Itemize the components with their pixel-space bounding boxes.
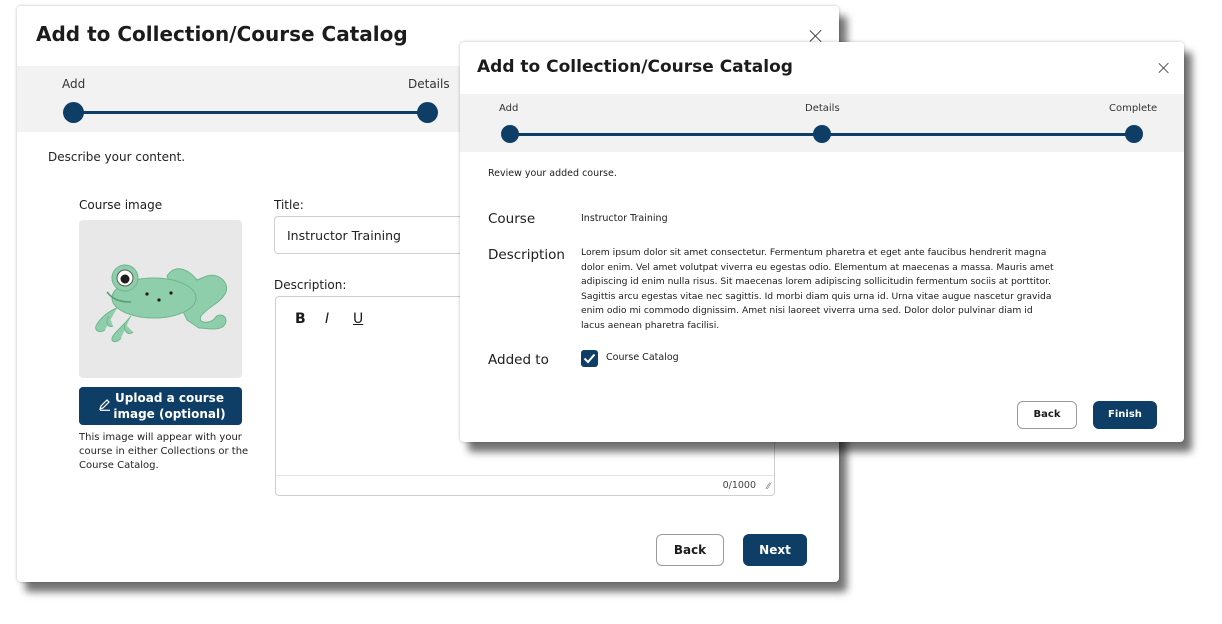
back-button[interactable]: Back — [1017, 401, 1077, 429]
step-label-details: Details — [805, 103, 840, 114]
step-label-add: Add — [62, 77, 86, 91]
finish-button[interactable]: Finish — [1093, 401, 1157, 429]
resize-handle-icon[interactable]: ⁄⁄ — [767, 482, 770, 492]
course-image-preview[interactable] — [79, 220, 242, 378]
next-button[interactable]: Next — [743, 534, 807, 566]
description-line: enim odio mi commodo dignissim. Amet nis… — [581, 305, 1033, 317]
checkmark-icon — [583, 353, 596, 364]
added-to-value: Course Catalog — [606, 352, 679, 363]
char-counter: 0/1000 — [722, 480, 756, 491]
close-icon[interactable] — [1158, 62, 1170, 74]
upload-button-line2: image (optional) — [113, 407, 226, 421]
step-dot-add[interactable] — [501, 125, 519, 143]
back-button[interactable]: Back — [656, 534, 724, 566]
pencil-icon — [99, 399, 110, 411]
review-modal: Add to Collection/Course Catalog Add Det… — [460, 42, 1184, 442]
bold-button[interactable]: B — [295, 311, 306, 327]
step-dot-complete[interactable] — [1125, 125, 1143, 143]
underline-button[interactable]: U — [353, 311, 363, 327]
description-line: lacus aenean pharetra facilisi. — [581, 319, 720, 331]
added-to-label: Added to — [488, 352, 549, 368]
modal-title: Add to Collection/Course Catalog — [477, 57, 793, 77]
course-value: Instructor Training — [581, 213, 668, 224]
description-label: Description: — [274, 278, 347, 292]
step-label-details: Details — [408, 77, 450, 91]
title-label: Title: — [274, 198, 304, 212]
description-line: Lorem ipsum dolor sit amet consectetur. … — [581, 247, 1047, 258]
step-dot-add[interactable] — [63, 102, 84, 123]
course-label: Course — [488, 211, 536, 227]
description-line: adipiscing id enim nulla risus. Sit maec… — [581, 276, 1052, 288]
step-dot-details[interactable] — [417, 102, 438, 123]
instruction-text: Describe your content. — [48, 150, 186, 164]
italic-button[interactable]: I — [325, 311, 329, 327]
description-label: Description — [488, 247, 565, 263]
frog-illustration — [95, 264, 227, 343]
modal-title: Add to Collection/Course Catalog — [36, 22, 408, 46]
upload-help-text: This image will appear with your course … — [79, 432, 249, 471]
upload-button-line1: Upload a course — [115, 391, 224, 405]
editor-footer: 0/1000 ⁄⁄ — [276, 475, 774, 495]
close-icon[interactable] — [809, 29, 823, 43]
course-image-label: Course image — [79, 198, 163, 212]
step-dot-details[interactable] — [813, 125, 831, 143]
step-label-complete: Complete — [1109, 103, 1158, 114]
description-line: Sagittis arcu egestas vitae nec sagittis… — [581, 290, 1052, 302]
course-catalog-checkbox[interactable] — [581, 350, 598, 367]
step-label-add: Add — [499, 103, 519, 114]
description-text: Lorem ipsum dolor sit amet consectetur. … — [581, 246, 1054, 334]
stepper: Add Details Complete — [460, 94, 1184, 152]
step-progress-line — [73, 111, 433, 114]
instruction-text: Review your added course. — [488, 168, 617, 179]
upload-image-button[interactable]: Upload a course image (optional) — [79, 387, 242, 425]
description-line: dolor enim. Vel amet volutpat viverra eu… — [581, 261, 1054, 273]
